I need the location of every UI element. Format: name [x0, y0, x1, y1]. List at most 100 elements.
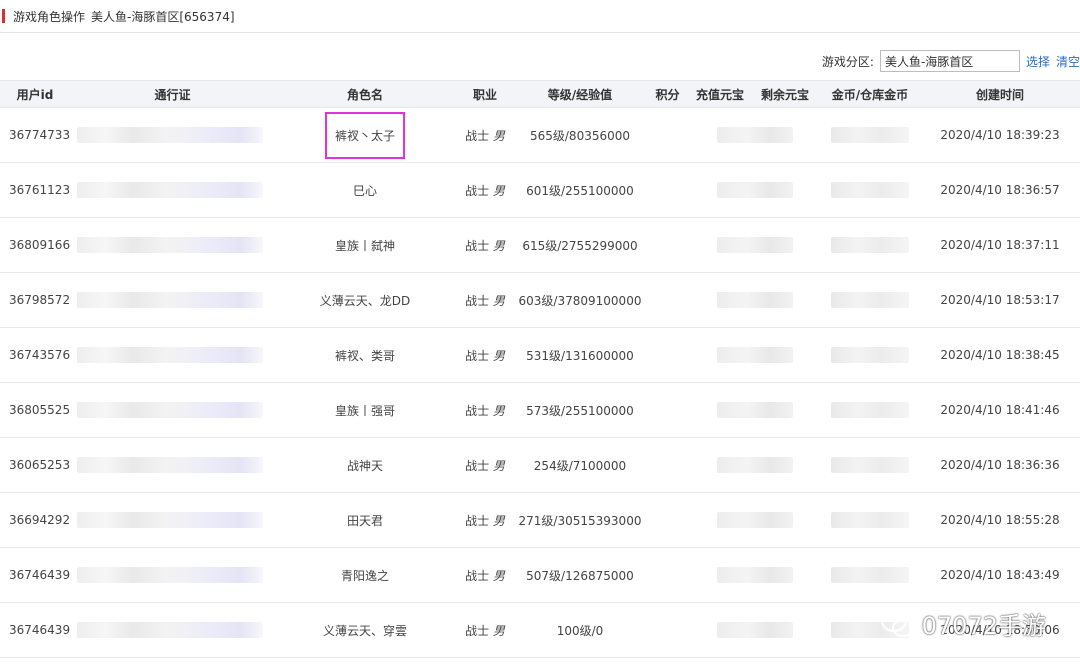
table-row[interactable]: 36694292 田天君 战士 男 271级/30515393000 2020/4/10…: [0, 492, 1080, 548]
job-name: 战士: [465, 348, 490, 363]
gender: 男: [492, 623, 505, 638]
gold-cell: [820, 547, 920, 603]
yuanbao-cell: [690, 382, 820, 438]
gold-cell: [820, 327, 920, 383]
job-cell: 战士 男: [455, 492, 515, 548]
gold-cell: [820, 272, 920, 328]
yuanbao-cell: [690, 217, 820, 273]
yuanbao-cell: [690, 272, 820, 328]
job-cell: 战士 男: [455, 437, 515, 493]
job-name: 战士: [465, 238, 490, 253]
col-header-recharge[interactable]: 充值元宝: [690, 80, 750, 108]
level-exp: 531级/131600000: [515, 327, 645, 383]
passport-cell: [70, 217, 275, 273]
blurred-yuanbao: [717, 127, 793, 143]
blurred-gold: [831, 567, 909, 583]
col-header-role[interactable]: 角色名: [275, 80, 455, 108]
level-exp: 507级/126875000: [515, 547, 645, 603]
table-row[interactable]: 36805525 皇族丨强哥 战士 男 573级/255100000 2020/4/10…: [0, 382, 1080, 438]
job-cell: 战士 男: [455, 162, 515, 218]
yuanbao-cell: [690, 162, 820, 218]
job-name: 战士: [465, 623, 490, 638]
user-id: 36746439: [0, 547, 70, 603]
blurred-gold: [831, 127, 909, 143]
blurred-yuanbao: [717, 457, 793, 473]
role-cell: 皇族丨弑神: [275, 217, 455, 273]
user-id: 36809166: [0, 217, 70, 273]
passport-cell: [70, 547, 275, 603]
passport-cell: [70, 382, 275, 438]
user-id: 36774733: [0, 107, 70, 163]
points-cell: [645, 217, 690, 273]
job-cell: 战士 男: [455, 602, 515, 658]
role-cell: 战神天: [275, 437, 455, 493]
job-cell: 战士 男: [455, 217, 515, 273]
blurred-yuanbao: [717, 347, 793, 363]
points-cell: [645, 162, 690, 218]
points-cell: [645, 272, 690, 328]
passport-cell: [70, 492, 275, 548]
table-row[interactable]: 36761123 巳心 战士 男 601级/255100000 2020/4/10 18…: [0, 162, 1080, 218]
created-time: 2020/4/10 18:53:17: [920, 272, 1080, 328]
gender: 男: [492, 293, 505, 308]
job-name: 战士: [465, 403, 490, 418]
user-id: 36743576: [0, 327, 70, 383]
title-marker: [2, 9, 5, 23]
col-header-job[interactable]: 职业: [455, 80, 515, 108]
job-cell: 战士 男: [455, 107, 515, 163]
created-time: 2020/4/10 18:36:57: [920, 162, 1080, 218]
blurred-gold: [831, 402, 909, 418]
col-header-gold[interactable]: 金币/仓库金币: [820, 80, 920, 108]
gender: 男: [492, 183, 505, 198]
table-row[interactable]: 36746439 青阳逸之 战士 男 507级/126875000 2020/4/10 …: [0, 547, 1080, 603]
col-header-passport[interactable]: 通行证: [70, 80, 275, 108]
blurred-yuanbao: [717, 182, 793, 198]
top-bar: 游戏角色操作 美人鱼-海豚首区[656374]: [0, 0, 1080, 33]
role-cell: 裤衩丶太子: [275, 107, 455, 163]
col-header-remaining[interactable]: 剩余元宝: [750, 80, 820, 108]
zone-input[interactable]: [879, 50, 1020, 72]
job-cell: 战士 男: [455, 382, 515, 438]
table-row[interactable]: 36774733 裤衩丶太子 战士 男 565级/80356000 2020/4/10 …: [0, 107, 1080, 163]
col-header-points[interactable]: 积分: [645, 80, 690, 108]
blurred-passport: [76, 182, 263, 198]
level-exp: 100级/0: [515, 602, 645, 658]
points-cell: [645, 107, 690, 163]
job-name: 战士: [465, 458, 490, 473]
table-row[interactable]: 36809166 皇族丨弑神 战士 男 615级/2755299000 2020/4/1…: [0, 217, 1080, 273]
col-header-level[interactable]: 等级/经验值: [515, 80, 645, 108]
points-cell: [645, 437, 690, 493]
blurred-yuanbao: [717, 512, 793, 528]
role-cell: 义薄云天、穿雲: [275, 602, 455, 658]
gold-cell: [820, 492, 920, 548]
highlight-box: 裤衩丶太子: [324, 111, 405, 159]
gender: 男: [492, 128, 505, 143]
passport-cell: [70, 327, 275, 383]
table-row[interactable]: 36065253 战神天 战士 男 254级/7100000 2020/4/10 18:…: [0, 437, 1080, 493]
gold-cell: [820, 382, 920, 438]
clear-link[interactable]: 清空: [1056, 53, 1080, 70]
blurred-gold: [831, 182, 909, 198]
role-cell: 裤衩、类哥: [275, 327, 455, 383]
user-id: 36746439: [0, 602, 70, 658]
created-time: 2020/4/10 18:38:45: [920, 327, 1080, 383]
col-header-uid[interactable]: 用户id: [0, 80, 70, 108]
select-link[interactable]: 选择: [1026, 53, 1050, 70]
points-cell: [645, 547, 690, 603]
blurred-passport: [76, 237, 263, 253]
role-name: 皇族丨弑神: [334, 238, 395, 253]
blurred-passport: [76, 512, 263, 528]
gold-cell: [820, 217, 920, 273]
table-row[interactable]: 36743576 裤衩、类哥 战士 男 531级/131600000 2020/4/10…: [0, 327, 1080, 383]
role-cell: 巳心: [275, 162, 455, 218]
created-time: 2020/4/10 18:55:28: [920, 492, 1080, 548]
created-time: 2020/4/10 18:39:23: [920, 107, 1080, 163]
level-exp: 615级/2755299000: [515, 217, 645, 273]
blurred-gold: [831, 292, 909, 308]
table-header-row: 用户id 通行证 角色名 职业 等级/经验值 积分 充值元宝 剩余元宝 金币/仓…: [0, 80, 1080, 108]
table-row[interactable]: 36798572 义薄云天、龙DD 战士 男 603级/37809100000 2020…: [0, 272, 1080, 328]
blurred-gold: [831, 457, 909, 473]
job-cell: 战士 男: [455, 547, 515, 603]
job-name: 战士: [465, 128, 490, 143]
col-header-created[interactable]: 创建时间: [920, 80, 1080, 108]
